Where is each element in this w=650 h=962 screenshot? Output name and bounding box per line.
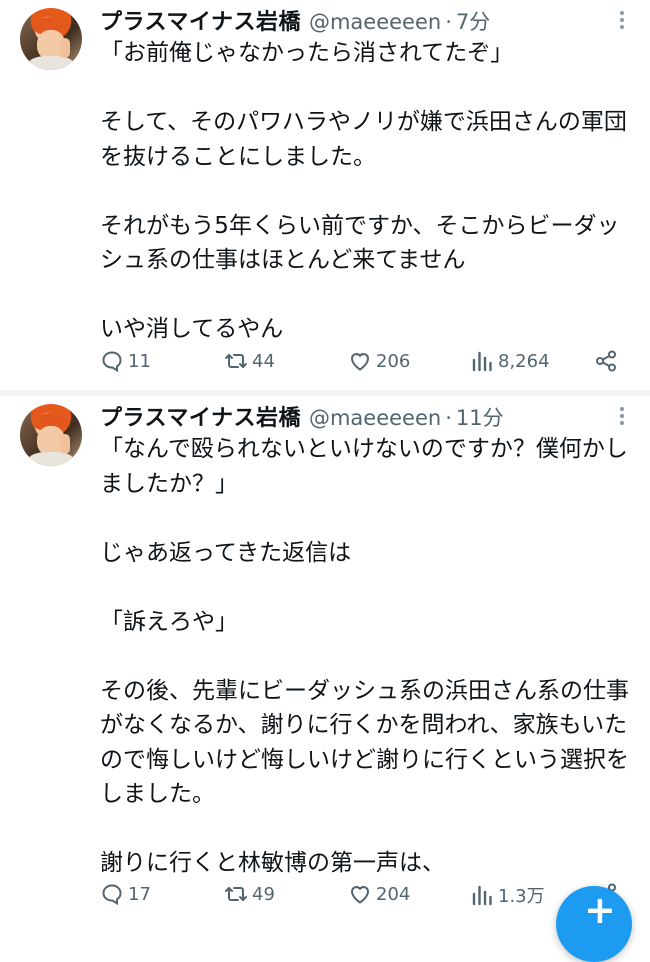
avatar[interactable] [20,404,82,466]
heart-icon [350,886,370,904]
views-icon [472,885,492,906]
share-icon [596,350,616,372]
separator-dot: · [445,10,452,34]
like-button[interactable]: 204 [348,882,410,906]
retweet-icon [225,887,247,901]
reply-icon [102,351,122,373]
like-count: 204 [376,883,411,905]
reply-button[interactable]: 17 [100,882,151,906]
retweet-button[interactable]: 44 [224,349,275,373]
more-icon[interactable] [614,8,630,34]
reply-count: 11 [128,350,151,372]
compose-button[interactable]: + [556,886,632,962]
retweet-count: 49 [252,883,275,905]
timestamp[interactable]: 11分 [456,402,504,432]
tweet[interactable]: プラスマイナス岩橋 @maeeeeen · 7分 「お前俺じゃなかったら消されて… [0,0,650,390]
reply-button[interactable]: 11 [100,349,151,373]
more-icon[interactable] [614,404,630,430]
like-count: 206 [376,350,411,372]
reply-icon [102,884,122,906]
tweet[interactable]: プラスマイナス岩橋 @maeeeeen · 11分 「なんで殴られないといけない… [0,396,650,922]
tweet-header: プラスマイナス岩橋 @maeeeeen · 11分 [100,400,504,432]
retweet-icon [225,354,247,368]
reply-count: 17 [128,883,151,905]
view-count: 8,264 [498,350,550,372]
like-button[interactable]: 206 [348,349,410,373]
tweet-actions: 11 44 206 8,264 [100,349,630,379]
view-count: 1.3万 [498,886,545,907]
tweet-text: 「お前俺じゃなかったら消されてたぞ」 そして、そのパワハラやノリが嫌で浜田さんの… [100,40,627,342]
display-name[interactable]: プラスマイナス岩橋 [100,400,301,432]
display-name[interactable]: プラスマイナス岩橋 [100,4,301,36]
compose-icon: + [584,888,616,932]
separator-dot: · [445,406,452,430]
retweet-count: 44 [252,350,275,372]
tweet-actions: 17 49 204 1.3万 [100,882,630,912]
share-button[interactable] [594,349,622,373]
views-button[interactable]: 8,264 [470,349,550,373]
timestamp[interactable]: 7分 [456,6,490,36]
avatar[interactable] [20,8,82,70]
heart-icon [350,353,370,371]
tweet-text: 「なんで殴られないといけないのですか？僕何かしましたか？」 じゃあ返ってきた返信… [100,436,629,876]
user-handle[interactable]: @maeeeeen [309,10,441,34]
retweet-button[interactable]: 49 [224,882,275,906]
views-icon [472,351,492,372]
user-handle[interactable]: @maeeeeen [309,406,441,430]
tweet-header: プラスマイナス岩橋 @maeeeeen · 7分 [100,4,490,36]
views-button[interactable]: 1.3万 [470,882,545,908]
